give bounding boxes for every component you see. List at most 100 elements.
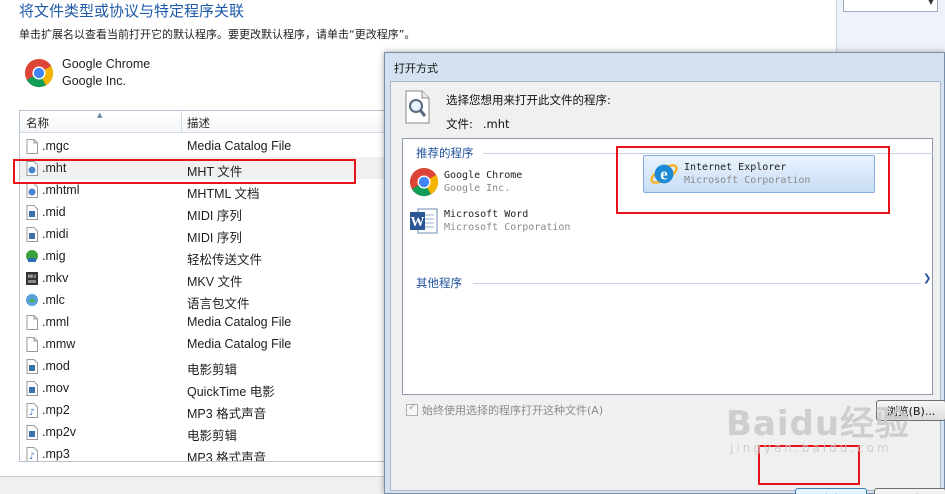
red-highlight-internet-explorer bbox=[616, 146, 890, 214]
transfer-file-icon bbox=[25, 249, 39, 264]
table-row[interactable]: .mp2v 电影剪辑 bbox=[20, 421, 399, 443]
media-file-icon bbox=[25, 425, 39, 440]
table-rows: .mgc Media Catalog File .mht MHT 文件 .mhtml MH… bbox=[20, 135, 399, 462]
dialog-title: 打开方式 bbox=[394, 62, 438, 75]
file-type-description: MIDI 序列 bbox=[187, 209, 242, 223]
file-type-description: 电影剪辑 bbox=[187, 363, 238, 377]
audio-file-icon: ♪ bbox=[25, 403, 39, 418]
column-header-name[interactable]: 名称 bbox=[26, 115, 49, 131]
table-row[interactable]: MKV .mkv MKV 文件 bbox=[20, 267, 399, 289]
table-row[interactable]: .mig 轻松传送文件 bbox=[20, 245, 399, 267]
file-extension: .mig bbox=[42, 249, 66, 263]
page-title: 将文件类型或协议与特定程序关联 bbox=[19, 2, 245, 20]
dialog-prompt: 选择您想用来打开此文件的程序: bbox=[446, 93, 611, 107]
table-row[interactable]: .mid MIDI 序列 bbox=[20, 201, 399, 223]
recommended-programs-header[interactable]: 推荐的程序 bbox=[416, 145, 474, 161]
right-combo-box[interactable]: ▼ bbox=[843, 0, 938, 12]
other-divider bbox=[473, 283, 921, 284]
media-file-icon bbox=[25, 227, 39, 242]
file-extension: .mhtml bbox=[42, 183, 80, 197]
file-type-description: Media Catalog File bbox=[187, 337, 292, 351]
svg-text:♪: ♪ bbox=[29, 408, 35, 418]
file-extension: .mmw bbox=[42, 337, 76, 351]
file-extension: .mkv bbox=[42, 271, 69, 285]
ok-button[interactable]: 确定 bbox=[795, 488, 867, 494]
file-type-description: MHTML 文档 bbox=[187, 187, 260, 201]
file-extension: .mp3 bbox=[42, 447, 70, 461]
file-extension: .mid bbox=[42, 205, 66, 219]
table-row[interactable]: ♪ .mp3 MP3 格式声音 bbox=[20, 443, 399, 462]
always-use-option[interactable]: 始终使用选择的程序打开这种文件(A) bbox=[406, 402, 603, 418]
table-row[interactable]: .midi MIDI 序列 bbox=[20, 223, 399, 245]
table-row[interactable]: ♪ .mp2 MP3 格式声音 bbox=[20, 399, 399, 421]
file-type-description: MP3 格式声音 bbox=[187, 451, 267, 462]
media-file-icon bbox=[25, 381, 39, 396]
red-highlight-ok-button bbox=[758, 445, 860, 485]
program-google-chrome[interactable]: Google Chrome Google Inc. bbox=[409, 167, 522, 197]
file-type-description: Media Catalog File bbox=[187, 315, 292, 329]
cancel-button[interactable]: 取消 bbox=[874, 488, 945, 494]
chevron-down-icon[interactable]: ❯ bbox=[923, 273, 931, 284]
always-use-checkbox[interactable] bbox=[406, 402, 418, 416]
current-program-name: Google Chrome bbox=[62, 57, 151, 71]
file-type-description: 轻松传送文件 bbox=[187, 253, 263, 267]
program-microsoft-word[interactable]: W Microsoft Word Microsoft Corporation bbox=[409, 206, 570, 236]
sort-ascending-icon: ▲ bbox=[97, 111, 103, 119]
file-type-description: MKV 文件 bbox=[187, 275, 243, 289]
svg-text:MKV: MKV bbox=[28, 274, 37, 279]
other-programs-header[interactable]: 其他程序 bbox=[416, 275, 462, 291]
file-value: .mht bbox=[482, 117, 510, 131]
table-header: 名称 ▲ 描述 bbox=[20, 111, 399, 133]
current-program-publisher: Google Inc. bbox=[62, 74, 126, 88]
file-extension: .mlc bbox=[42, 293, 65, 307]
blank-file-icon bbox=[25, 315, 39, 330]
file-type-description: Media Catalog File bbox=[187, 139, 292, 153]
chevron-down-icon: ▼ bbox=[927, 0, 934, 6]
file-type-description: 语言包文件 bbox=[187, 297, 250, 311]
mkv-file-icon: MKV bbox=[25, 271, 39, 286]
blank-file-icon bbox=[25, 139, 39, 154]
web-file-icon bbox=[25, 183, 39, 198]
table-row[interactable]: .mml Media Catalog File bbox=[20, 311, 399, 333]
chrome-icon bbox=[24, 58, 54, 88]
program-name: Microsoft Word bbox=[444, 209, 529, 220]
table-row[interactable]: .mod 电影剪辑 bbox=[20, 355, 399, 377]
red-highlight-mht-row bbox=[13, 159, 356, 184]
document-search-icon bbox=[405, 90, 430, 124]
file-extension: .mgc bbox=[42, 139, 70, 153]
blank-file-icon bbox=[25, 337, 39, 352]
file-line: 文件: .mht bbox=[446, 116, 510, 132]
program-name: Google Chrome bbox=[444, 170, 523, 181]
browse-button[interactable]: 浏览(B)... bbox=[876, 400, 945, 421]
bottom-strip bbox=[0, 476, 386, 494]
current-default-program: Google Chrome Google Inc. bbox=[24, 56, 150, 90]
file-label: 文件: bbox=[446, 117, 473, 131]
file-extension: .mod bbox=[42, 359, 70, 373]
dialog-body: 选择您想用来打开此文件的程序: 文件: .mht 推荐的程序 Google Chr… bbox=[390, 81, 945, 494]
file-type-description: MIDI 序列 bbox=[187, 231, 242, 245]
column-separator[interactable] bbox=[181, 111, 182, 133]
file-type-description: 电影剪辑 bbox=[187, 429, 238, 443]
table-row[interactable]: .mlc 语言包文件 bbox=[20, 289, 399, 311]
page-description: 单击扩展名以查看当前打开它的默认程序。要更改默认程序，请单击“更改程序”。 bbox=[19, 28, 416, 41]
program-publisher: Google Inc. bbox=[444, 183, 511, 194]
language-pack-icon bbox=[25, 293, 39, 308]
file-type-description: QuickTime 电影 bbox=[187, 385, 275, 399]
file-extension: .mov bbox=[42, 381, 70, 395]
media-file-icon bbox=[25, 205, 39, 220]
file-extension: .midi bbox=[42, 227, 69, 241]
file-extension: .mp2 bbox=[42, 403, 70, 417]
table-row[interactable]: .mgc Media Catalog File bbox=[20, 135, 399, 157]
column-header-description[interactable]: 描述 bbox=[187, 115, 210, 131]
open-with-dialog: 打开方式 选择您想用来打开此文件的程序: 文件: .mht 推荐的程序 Goog… bbox=[384, 52, 945, 494]
file-extension: .mml bbox=[42, 315, 70, 329]
word-icon: W bbox=[410, 208, 438, 234]
always-use-label: 始终使用选择的程序打开这种文件(A) bbox=[422, 404, 604, 417]
file-extension: .mp2v bbox=[42, 425, 77, 439]
table-row[interactable]: .mmw Media Catalog File bbox=[20, 333, 399, 355]
media-file-icon bbox=[25, 359, 39, 374]
table-row[interactable]: .mov QuickTime 电影 bbox=[20, 377, 399, 399]
chrome-icon bbox=[409, 167, 439, 197]
file-type-description: MP3 格式声音 bbox=[187, 407, 267, 421]
svg-text:♪: ♪ bbox=[29, 452, 35, 462]
